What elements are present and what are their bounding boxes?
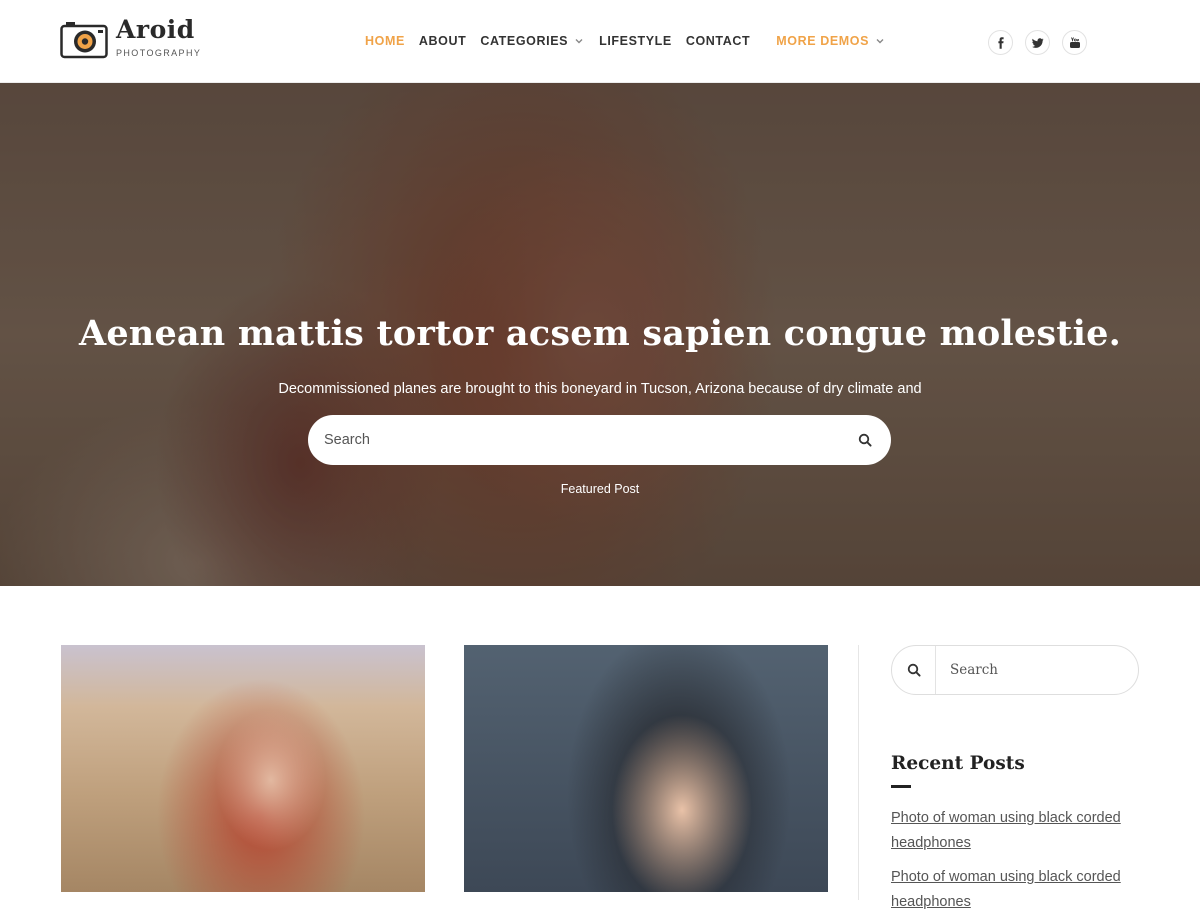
site-header: Aroid PHOTOGRAPHY HOME ABOUT CATEGORIES … [0,0,1200,83]
recent-post-link[interactable]: Photo of woman using black corded headph… [891,806,1141,856]
twitter-button[interactable] [1025,30,1050,55]
youtube-icon [1069,36,1080,48]
hero-banner: Aenean mattis tortor acsem sapien congue… [0,83,1200,586]
hero-search-bar [308,415,891,465]
search-icon [907,663,921,677]
sidebar-search [891,645,1139,695]
camera-logo-icon [60,22,108,59]
facebook-button[interactable] [988,30,1013,55]
chevron-down-icon [575,39,583,44]
sidebar-divider [858,645,859,900]
hero-search-input[interactable] [324,432,855,448]
nav-about[interactable]: ABOUT [419,34,466,48]
twitter-icon [1031,37,1043,48]
nav-home[interactable]: HOME [365,34,405,48]
hero-subtitle: Decommissioned planes are brought to thi… [278,381,922,397]
sidebar-search-button[interactable] [892,646,936,694]
sidebar-search-input[interactable] [936,662,1138,678]
chevron-down-icon [876,39,884,44]
logo-name: Aroid [116,15,195,44]
facebook-icon [997,36,1004,49]
nav-lifestyle[interactable]: LIFESTYLE [599,34,672,48]
heading-underline [891,785,911,788]
nav-more-demos[interactable]: MORE DEMOS [776,34,886,48]
social-links [988,30,1099,55]
hero-search-button[interactable] [855,430,875,450]
nav-categories[interactable]: CATEGORIES [480,34,585,48]
nav-categories-label: CATEGORIES [480,34,569,48]
youtube-button[interactable] [1062,30,1087,55]
logo-tagline: PHOTOGRAPHY [116,48,202,58]
post-image-woman-scarf[interactable] [61,645,425,892]
search-icon [858,433,872,447]
recent-posts-heading: Recent Posts [891,753,1025,774]
nav-more-demos-label: MORE DEMOS [776,34,870,48]
post-image-woman-portrait[interactable] [464,645,828,892]
nav-contact[interactable]: CONTACT [686,34,750,48]
hero-title: Aenean mattis tortor acsem sapien congue… [78,313,1122,354]
recent-posts-list: Photo of woman using black corded headph… [891,806,1141,924]
recent-post-link[interactable]: Photo of woman using black corded headph… [891,865,1141,915]
main-nav: HOME ABOUT CATEGORIES LIFESTYLE CONTACT … [365,33,900,49]
site-logo[interactable]: Aroid PHOTOGRAPHY [60,15,202,61]
featured-post-label[interactable]: Featured Post [0,482,1200,496]
